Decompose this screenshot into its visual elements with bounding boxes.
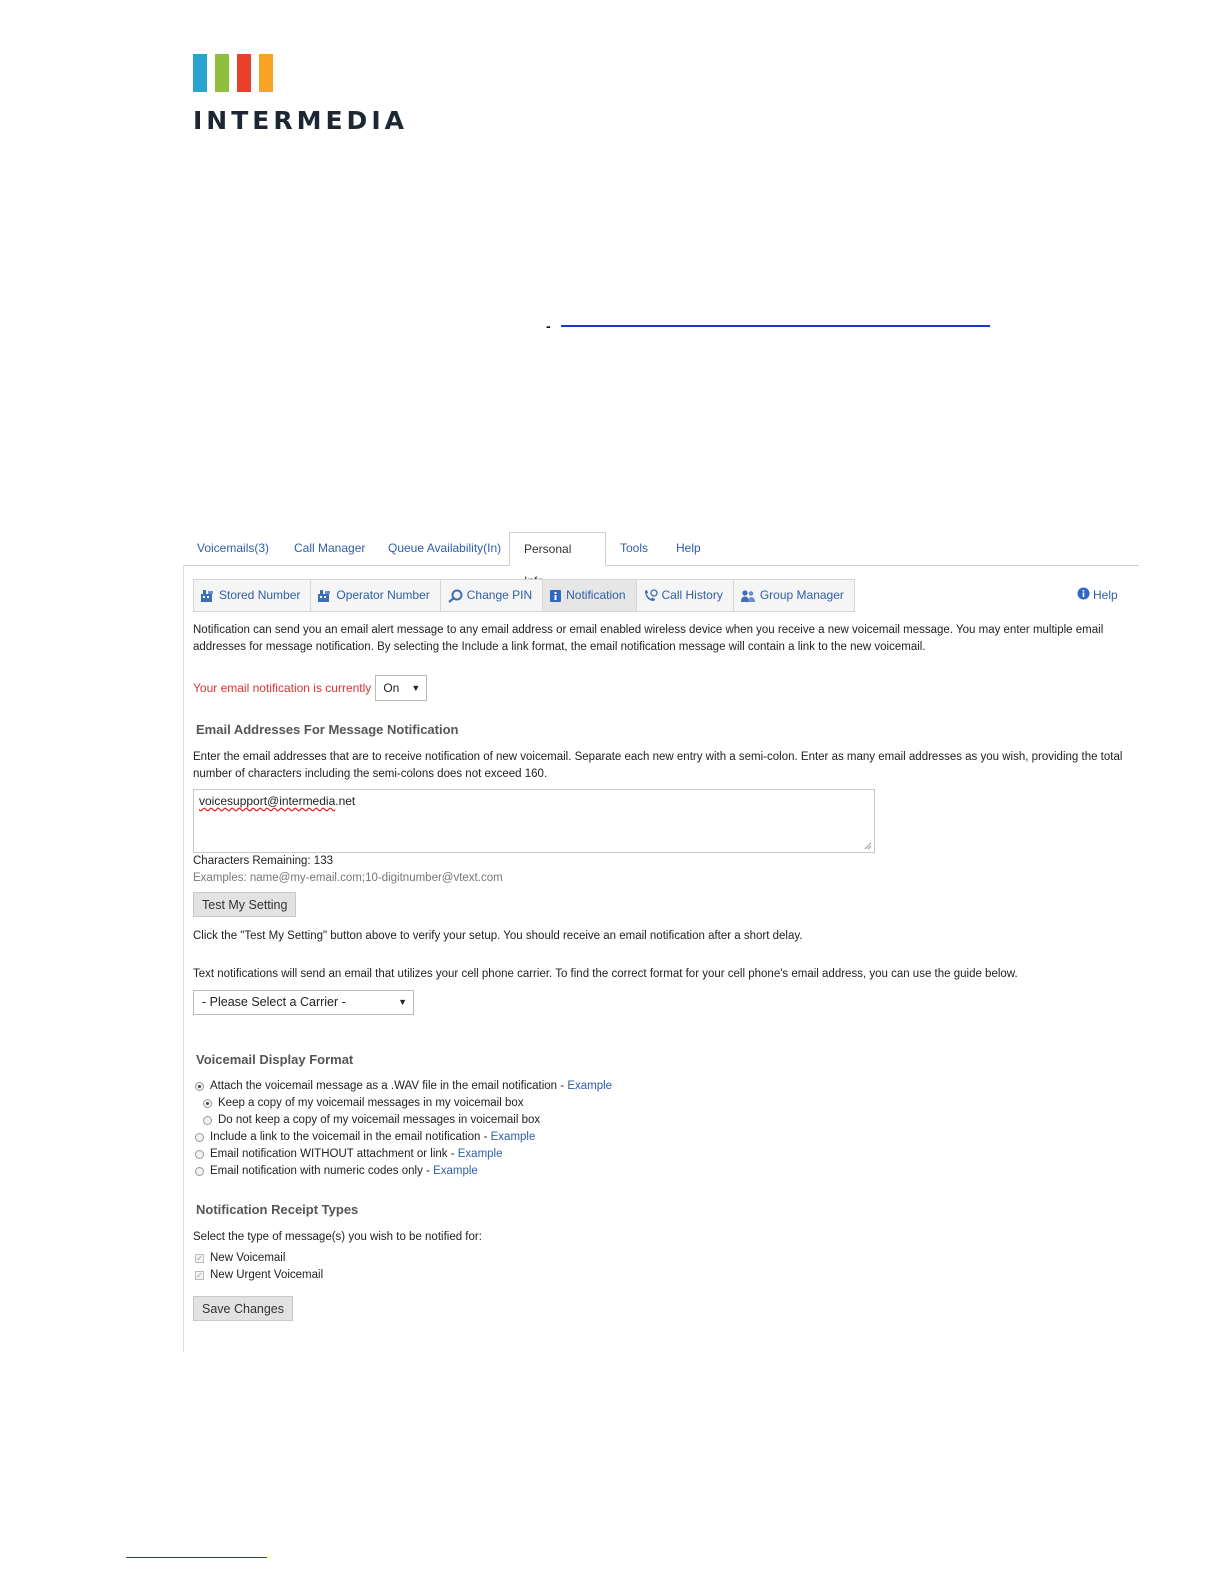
example-link[interactable]: Example bbox=[567, 1080, 612, 1092]
format-option-label: Include a link to the voicemail in the e… bbox=[210, 1131, 536, 1143]
tab-queue-availability[interactable]: Queue Availability(In) bbox=[374, 532, 515, 565]
email-section-title: Email Addresses For Message Notification bbox=[196, 722, 459, 737]
logo-bar-blue bbox=[193, 54, 207, 92]
subtab-notification[interactable]: Notification bbox=[543, 580, 637, 611]
subtab-operator-number[interactable]: Operator Number bbox=[311, 580, 441, 611]
intro-text: Notification can send you an email alert… bbox=[193, 622, 1103, 656]
format-wav-radio[interactable] bbox=[195, 1081, 204, 1091]
email-examples: Examples: name@my-email.com;10-digitnumb… bbox=[193, 872, 503, 884]
doc-link-underline[interactable] bbox=[561, 325, 990, 327]
doc-dash: - bbox=[546, 318, 551, 334]
tab-call-manager[interactable]: Call Manager bbox=[280, 532, 379, 565]
receipt-new-urgent-voicemail[interactable]: ✓ New Urgent Voicemail bbox=[195, 1269, 323, 1281]
save-changes-button[interactable]: Save Changes bbox=[193, 1296, 294, 1321]
new-voicemail-checkbox[interactable]: ✓ bbox=[195, 1253, 204, 1263]
personal-info-subtabs: Stored Number Operator Number Change PIN… bbox=[193, 579, 855, 612]
format-option-link[interactable]: Include a link to the voicemail in the e… bbox=[195, 1131, 535, 1143]
format-plain-radio[interactable] bbox=[195, 1149, 204, 1159]
stored-number-icon bbox=[200, 589, 215, 603]
notification-status-value: On bbox=[383, 681, 400, 695]
subtab-label: Stored Number bbox=[219, 588, 301, 602]
intermedia-logo: INTERMEDIA bbox=[193, 54, 408, 135]
subtab-label: Group Manager bbox=[759, 588, 844, 602]
content-border bbox=[183, 565, 184, 1352]
notification-status-select[interactable]: On ▼ bbox=[375, 675, 428, 701]
receipt-option-label: New Urgent Voicemail bbox=[210, 1269, 324, 1281]
test-my-setting-button[interactable]: Test My Setting bbox=[193, 892, 297, 917]
help-link[interactable]: Help bbox=[1077, 587, 1118, 603]
receipt-types-desc: Select the type of message(s) you wish t… bbox=[193, 1231, 482, 1243]
logo-bar-green bbox=[215, 54, 229, 92]
change-pin-icon bbox=[447, 589, 463, 603]
logo-bar-orange bbox=[259, 54, 273, 92]
voicemail-portal: Voicemails(3) Call Manager Queue Availab… bbox=[183, 532, 1139, 1352]
format-option-label: Email notification with numeric codes on… bbox=[210, 1165, 478, 1177]
subtab-call-history[interactable]: Call History bbox=[637, 580, 734, 611]
format-option-label: Attach the voicemail message as a .WAV f… bbox=[210, 1080, 613, 1092]
email-addresses-textarea[interactable]: voicesupport@intermedia.net bbox=[193, 789, 875, 853]
email-desc-line-2: number of characters including the semi-… bbox=[193, 768, 548, 780]
subtab-group-manager[interactable]: Group Manager bbox=[734, 580, 854, 611]
format-option-keep-copy[interactable]: Keep a copy of my voicemail messages in … bbox=[203, 1097, 524, 1109]
subtab-label: Change PIN bbox=[466, 588, 533, 602]
example-link[interactable]: Example bbox=[433, 1165, 478, 1177]
no-copy-radio[interactable] bbox=[203, 1115, 212, 1125]
new-urgent-voicemail-checkbox[interactable]: ✓ bbox=[195, 1270, 204, 1280]
subtab-stored-number[interactable]: Stored Number bbox=[194, 580, 312, 611]
format-option-label: Do not keep a copy of my voicemail messa… bbox=[218, 1114, 541, 1126]
keep-copy-radio[interactable] bbox=[203, 1098, 212, 1108]
format-option-numeric[interactable]: Email notification with numeric codes on… bbox=[195, 1165, 478, 1177]
chars-remaining: Characters Remaining: 133 bbox=[193, 855, 333, 867]
help-link-label: Help bbox=[1093, 588, 1118, 602]
notification-icon bbox=[549, 589, 562, 603]
email-value-user: voicesupport@intermedia bbox=[199, 794, 336, 808]
email-value-tld: .net bbox=[335, 794, 356, 808]
tab-personal-info[interactable]: Personal Info bbox=[509, 532, 606, 588]
intro-line-2: addresses for message notification. By s… bbox=[193, 641, 926, 653]
format-link-radio[interactable] bbox=[195, 1132, 204, 1142]
resize-grip-icon[interactable] bbox=[864, 842, 872, 850]
carrier-select-value: - Please Select a Carrier - bbox=[202, 995, 346, 1009]
carrier-hint: Text notifications will send an email th… bbox=[193, 968, 1018, 980]
email-desc-line-1: Enter the email addresses that are to re… bbox=[193, 751, 1123, 763]
format-option-wav[interactable]: Attach the voicemail message as a .WAV f… bbox=[195, 1080, 612, 1092]
notification-status-row: Your email notification is currently On … bbox=[193, 675, 428, 701]
logo-wordmark: INTERMEDIA bbox=[193, 106, 408, 135]
subtab-label: Operator Number bbox=[336, 588, 430, 602]
footer-link-underline[interactable] bbox=[126, 1557, 267, 1558]
subtab-label: Notification bbox=[566, 588, 626, 602]
display-format-title: Voicemail Display Format bbox=[196, 1052, 354, 1067]
help-info-icon bbox=[1077, 587, 1090, 603]
logo-bar-red bbox=[237, 54, 251, 92]
format-option-label: Keep a copy of my voicemail messages in … bbox=[218, 1097, 524, 1109]
format-numeric-radio[interactable] bbox=[195, 1166, 204, 1176]
tab-help[interactable]: Help bbox=[662, 532, 715, 565]
tab-tools[interactable]: Tools bbox=[606, 532, 662, 565]
format-option-no-copy[interactable]: Do not keep a copy of my voicemail messa… bbox=[203, 1114, 540, 1126]
tab-voicemails[interactable]: Voicemails(3) bbox=[183, 532, 283, 565]
test-hint: Click the "Test My Setting" button above… bbox=[193, 930, 803, 942]
main-tab-bar: Voicemails(3) Call Manager Queue Availab… bbox=[183, 532, 1139, 588]
format-option-label: Email notification WITHOUT attachment or… bbox=[210, 1148, 503, 1160]
call-history-icon bbox=[643, 588, 658, 603]
example-link[interactable]: Example bbox=[491, 1131, 536, 1143]
carrier-select[interactable]: - Please Select a Carrier - ▼ bbox=[193, 990, 414, 1015]
format-option-plain[interactable]: Email notification WITHOUT attachment or… bbox=[195, 1148, 503, 1160]
email-section-desc: Enter the email addresses that are to re… bbox=[193, 749, 1122, 783]
group-manager-icon bbox=[740, 589, 756, 603]
notification-status-label: Your email notification is currently bbox=[193, 681, 372, 695]
receipt-option-label: New Voicemail bbox=[210, 1252, 286, 1264]
example-link[interactable]: Example bbox=[458, 1148, 503, 1160]
intro-line-1: Notification can send you an email alert… bbox=[193, 624, 1104, 636]
receipt-types-title: Notification Receipt Types bbox=[196, 1202, 359, 1217]
subtab-change-pin[interactable]: Change PIN bbox=[441, 580, 544, 611]
receipt-new-voicemail[interactable]: ✓ New Voicemail bbox=[195, 1252, 285, 1264]
dropdown-arrow-icon: ▼ bbox=[411, 683, 421, 693]
dropdown-arrow-icon: ▼ bbox=[398, 997, 407, 1007]
subtab-label: Call History bbox=[661, 588, 723, 602]
operator-number-icon bbox=[317, 589, 332, 603]
